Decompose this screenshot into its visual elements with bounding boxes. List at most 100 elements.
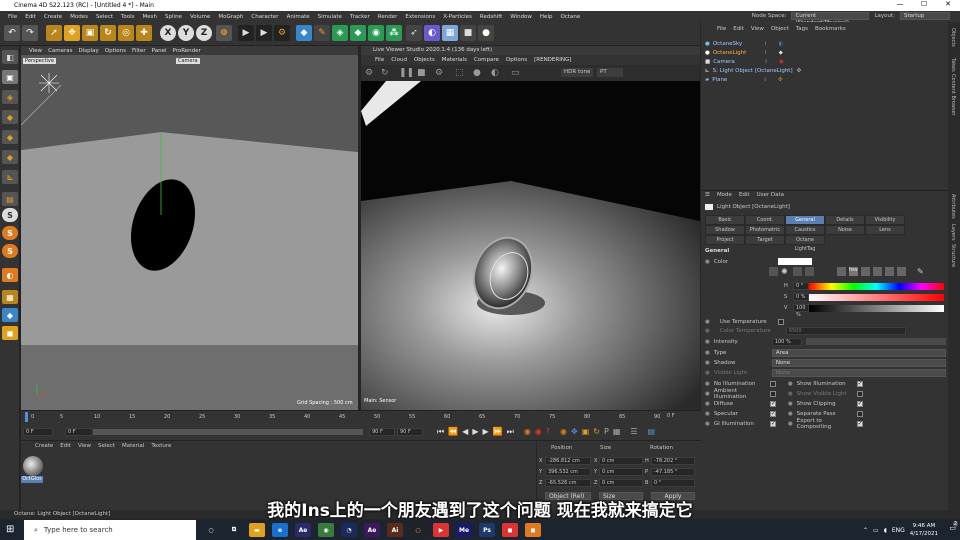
structure-side-tab[interactable]: Structure [950, 244, 956, 267]
tab-visibility[interactable]: Visibility [865, 215, 905, 225]
coordinate-system-icon[interactable]: ⊕ [216, 25, 232, 41]
lock-icon[interactable]: ▭ [511, 68, 520, 78]
om-menu-bookmarks[interactable]: Bookmarks [815, 26, 846, 35]
vp-menu-cameras[interactable]: Cameras [48, 48, 72, 54]
diffuse-checkbox[interactable] [769, 400, 776, 407]
language-indicator[interactable]: ENG [892, 527, 905, 534]
lv-menu-cloud[interactable]: Cloud [391, 55, 407, 65]
size-y-field[interactable]: 0 cm [599, 468, 643, 476]
tab-project[interactable]: Project [705, 235, 745, 245]
attr-menu-edit[interactable]: Edit [739, 192, 750, 201]
vp-menu-options[interactable]: Options [105, 48, 126, 54]
rgb-icon[interactable] [837, 267, 846, 276]
visibility-icon[interactable]: ⁞ [765, 59, 767, 65]
redo-icon[interactable]: ↷ [22, 25, 38, 41]
polygons-mode-icon[interactable]: ◆ [2, 150, 18, 164]
show-visible-light-checkbox[interactable] [856, 390, 863, 397]
target-tag-icon[interactable]: ✣ [797, 68, 802, 74]
workplane-icon[interactable]: ▤ [2, 192, 18, 206]
menu-octane[interactable]: Octane [556, 14, 584, 20]
swatches-icon[interactable] [885, 267, 894, 276]
lv-menu-file[interactable]: File [375, 55, 384, 65]
vp-menu-display[interactable]: Display [79, 48, 99, 54]
settings-icon[interactable]: ⚙ [435, 68, 443, 78]
om-menu-file[interactable]: File [717, 26, 726, 35]
spectrum-icon[interactable] [793, 267, 802, 276]
keyframe-dot-icon[interactable]: ● [705, 319, 710, 325]
size-z-field[interactable]: 0 cm [599, 479, 643, 487]
max-time-field[interactable]: 90 F [397, 428, 423, 436]
camera-tag-icon[interactable]: ◉ [779, 59, 784, 65]
layout-dropdown[interactable]: Startup [900, 12, 950, 20]
snap-icon[interactable]: S [2, 208, 18, 222]
mat-menu-select[interactable]: Select [98, 443, 115, 449]
object-row-camera[interactable]: ■ Camera ⁞ ◉ [705, 57, 945, 66]
red-app-icon[interactable]: ◼ [502, 523, 518, 537]
restart-icon[interactable]: ↻ [381, 68, 389, 78]
media-encoder-icon[interactable]: Me [456, 523, 472, 537]
menu-redshift[interactable]: Redshift [476, 14, 506, 20]
menu-tracker[interactable]: Tracker [346, 14, 374, 20]
hdr-tone-dropdown[interactable]: HDR tone [561, 68, 594, 77]
mat-menu-texture[interactable]: Texture [151, 443, 171, 449]
pla-key-icon[interactable]: ▦ [613, 427, 621, 437]
intensity-slider[interactable] [805, 338, 946, 345]
mat-menu-view[interactable]: View [78, 443, 91, 449]
menu-window[interactable]: Window [506, 14, 536, 20]
material-tag-icon[interactable]: ✣ [778, 77, 783, 83]
keyframe-dot-icon[interactable]: ● [705, 259, 710, 265]
tab-coord[interactable]: Coord. [745, 215, 785, 225]
taskbar-search-box[interactable]: ⌕ Type here to search [24, 520, 196, 540]
camera-dropdown[interactable]: Camera [176, 58, 200, 64]
menu-mesh[interactable]: Mesh [139, 14, 161, 20]
send-scene-icon[interactable]: ⚙ [365, 68, 373, 78]
menu-animate[interactable]: Animate [283, 14, 314, 20]
render-settings-icon[interactable]: ⚙ [274, 25, 290, 41]
vp-menu-view[interactable]: View [29, 48, 42, 54]
ambient-illumination-checkbox[interactable] [769, 390, 776, 397]
visibility-icon[interactable]: ⁞ [765, 50, 767, 56]
keyframe-dot-icon[interactable]: ● [705, 381, 710, 387]
timeline[interactable]: 0 5 10 15 20 25 30 35 40 45 50 55 60 65 … [21, 410, 701, 440]
lv-menu-options[interactable]: Options [506, 55, 527, 65]
stop-icon[interactable]: ■ [417, 68, 426, 78]
prev-frame-icon[interactable]: ◀ [462, 427, 468, 437]
network-icon[interactable]: ▭ [873, 527, 879, 534]
preview-range-slider[interactable] [93, 429, 363, 435]
camera-icon[interactable]: ■ [460, 25, 476, 41]
position-key-icon[interactable]: ✥ [571, 427, 578, 437]
keyframe-dot-icon[interactable]: ● [705, 391, 710, 397]
recent-tool-icon[interactable]: ◎ [118, 25, 134, 41]
points-mode-icon[interactable]: ◆ [2, 110, 18, 124]
render-picture-viewer-icon[interactable]: ▶ [256, 25, 272, 41]
separate-pass-checkbox[interactable] [856, 410, 863, 417]
mat-menu-edit[interactable]: Edit [60, 443, 71, 449]
undo-icon[interactable]: ↶ [4, 25, 20, 41]
object-row-plane[interactable]: ▰ Plane ⁞ ✣ [705, 75, 945, 84]
takes-side-tab[interactable]: Takes [950, 58, 956, 72]
min-time-field[interactable]: 0 F [23, 428, 53, 436]
rotation-b-field[interactable]: 0 ° [651, 479, 695, 487]
shadow-dropdown[interactable]: None [771, 358, 946, 367]
keyframe-dot-icon[interactable]: ● [788, 391, 793, 397]
windows-start-icon[interactable]: ⊞ [6, 524, 14, 535]
v-field[interactable]: 100 % [793, 304, 809, 318]
go-to-end-icon[interactable]: ⏭ [507, 427, 514, 437]
object-row-octanelight[interactable]: ● OctaneLight ⁞ ◆ [705, 48, 945, 57]
attr-menu-mode[interactable]: Mode [717, 192, 732, 201]
light-icon[interactable]: ● [478, 25, 494, 41]
menu-help[interactable]: Help [536, 14, 557, 20]
subdivision-icon[interactable]: ◈ [332, 25, 348, 41]
hex-icon[interactable] [897, 267, 906, 276]
volume-icon[interactable]: ◖ [884, 527, 887, 534]
mixer-icon[interactable] [873, 267, 882, 276]
attr-list-icon[interactable]: ☰ [705, 192, 710, 201]
vp-menu-filter[interactable]: Filter [132, 48, 146, 54]
grid-icon[interactable]: ▦ [2, 290, 18, 304]
s-field[interactable]: 0 % [793, 293, 809, 301]
prev-key-icon[interactable]: ⏪ [448, 427, 458, 437]
vp-menu-prorender[interactable]: ProRender [173, 48, 201, 54]
om-menu-view[interactable]: View [751, 26, 764, 35]
light-tag-icon[interactable]: ◆ [779, 50, 783, 56]
x-axis-icon[interactable]: X [160, 25, 176, 41]
